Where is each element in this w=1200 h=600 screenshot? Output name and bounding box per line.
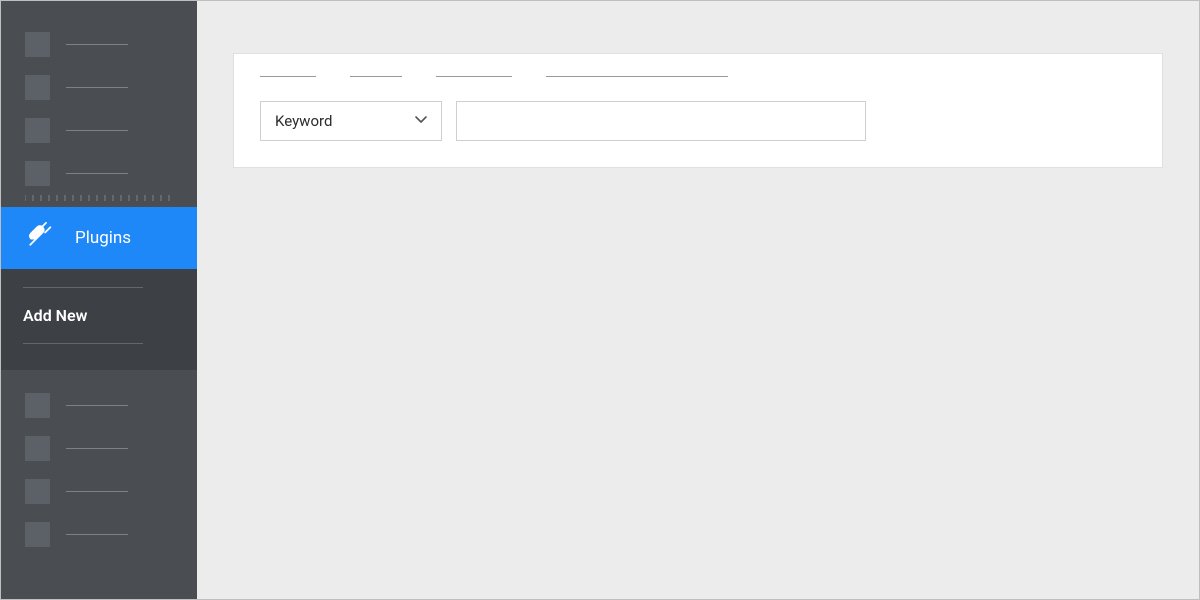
filter-tab-placeholder[interactable] [350, 76, 402, 77]
menu-icon-placeholder [25, 522, 50, 547]
search-type-select[interactable]: Keyword [260, 101, 442, 141]
menu-label-placeholder [66, 448, 128, 449]
plugin-search-input[interactable] [456, 101, 866, 141]
menu-label-placeholder [66, 491, 128, 492]
sidebar-item-placeholder[interactable] [1, 66, 197, 109]
sidebar-item-plugins[interactable]: Plugins [1, 207, 197, 269]
sidebar-item-placeholder[interactable] [1, 109, 197, 152]
sidebar-item-placeholder[interactable] [1, 23, 197, 66]
menu-icon-placeholder [25, 118, 50, 143]
menu-label-placeholder [66, 130, 128, 131]
menu-icon-placeholder [25, 393, 50, 418]
filter-tab-placeholder[interactable] [546, 76, 728, 77]
sidebar-item-placeholder[interactable] [1, 470, 197, 513]
menu-icon-placeholder [25, 436, 50, 461]
filter-tab-placeholder[interactable] [436, 76, 512, 77]
submenu-item-placeholder[interactable] [23, 343, 143, 344]
menu-icon-placeholder [25, 75, 50, 100]
filter-tab-placeholder[interactable] [260, 76, 316, 77]
sidebar-item-label: Plugins [75, 228, 131, 248]
plugin-search-row: Keyword [260, 101, 1136, 141]
active-menu-pointer-icon [197, 228, 207, 248]
plugin-search-panel: Keyword [233, 53, 1163, 168]
menu-label-placeholder [66, 173, 128, 174]
admin-sidebar: Plugins Add New [1, 1, 197, 599]
sidebar-item-placeholder[interactable] [1, 384, 197, 427]
sidebar-item-placeholder[interactable] [1, 152, 197, 195]
menu-label-placeholder [66, 534, 128, 535]
menu-label-placeholder [66, 44, 128, 45]
menu-icon-placeholder [25, 161, 50, 186]
plugin-filter-tabs [260, 76, 1136, 101]
menu-icon-placeholder [25, 32, 50, 57]
plug-icon [25, 222, 53, 255]
sidebar-submenu-plugins: Add New [1, 269, 197, 370]
chevron-down-icon [413, 111, 429, 131]
search-type-value: Keyword [275, 112, 332, 130]
main-content: Keyword [197, 1, 1199, 599]
sidebar-separator-ticks [1, 195, 197, 207]
menu-label-placeholder [66, 87, 128, 88]
sidebar-item-placeholder[interactable] [1, 427, 197, 470]
submenu-item-add-new[interactable]: Add New [23, 296, 175, 335]
sidebar-item-placeholder[interactable] [1, 513, 197, 556]
menu-icon-placeholder [25, 479, 50, 504]
submenu-item-placeholder[interactable] [23, 287, 143, 288]
menu-label-placeholder [66, 405, 128, 406]
